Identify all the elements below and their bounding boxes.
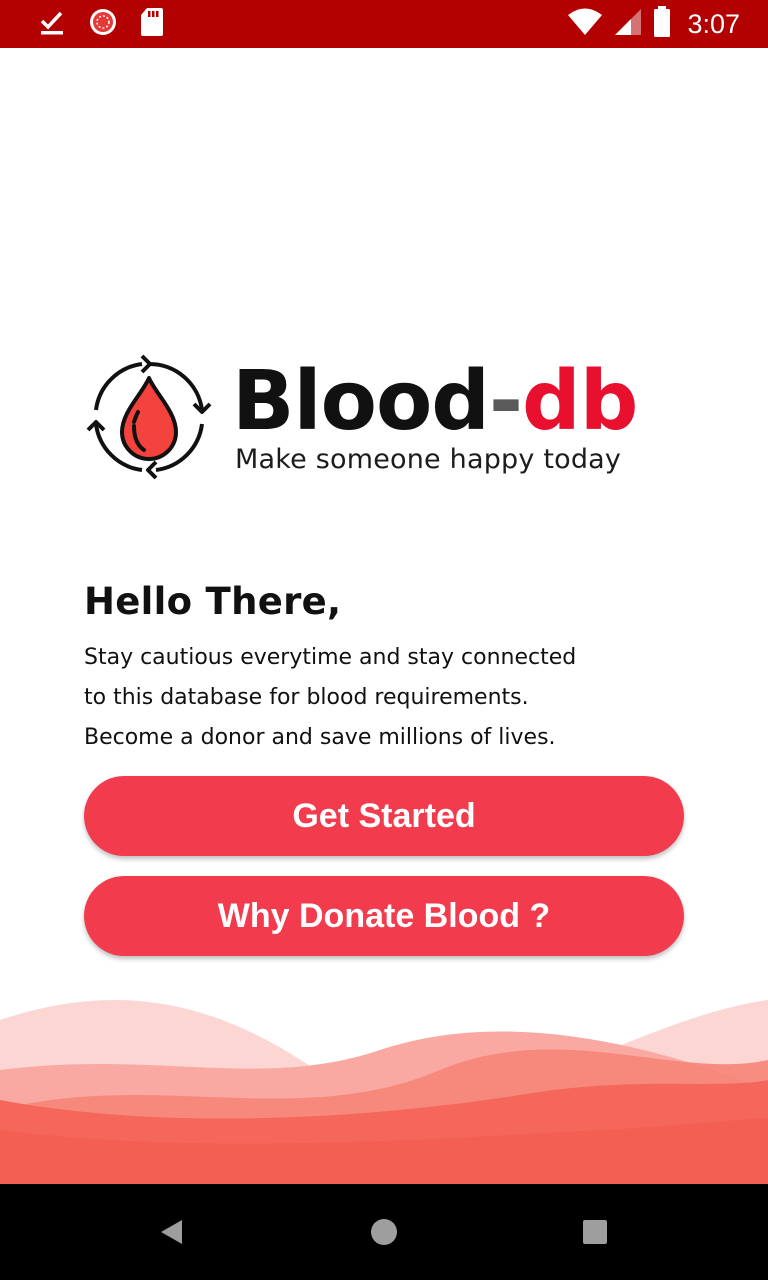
intro-line: Become a donor and save millions of live… bbox=[84, 725, 556, 750]
logo-word-dash: - bbox=[488, 354, 523, 449]
wifi-icon bbox=[567, 7, 603, 41]
intro-line: to this database for blood requirements. bbox=[84, 685, 529, 710]
greeting-heading: Hello There, bbox=[84, 580, 342, 623]
blood-drop-recycle-icon bbox=[86, 354, 212, 480]
system-nav-bar bbox=[0, 1184, 768, 1280]
status-time: 3:07 bbox=[687, 8, 740, 39]
decorative-waves bbox=[0, 1000, 768, 1184]
recents-icon[interactable] bbox=[569, 1206, 621, 1258]
logo-wordmark: Blood-db bbox=[232, 354, 638, 449]
status-notifications bbox=[38, 8, 164, 40]
back-icon[interactable] bbox=[146, 1206, 198, 1258]
why-donate-blood-button[interactable]: Why Donate Blood ? bbox=[84, 876, 684, 956]
download-done-icon bbox=[38, 8, 66, 40]
status-system: 3:07 bbox=[567, 6, 740, 42]
cell-signal-icon bbox=[613, 7, 643, 41]
intro-line: Stay cautious everytime and stay connect… bbox=[84, 645, 577, 670]
app-badge-icon bbox=[88, 7, 118, 41]
logo-tagline: Make someone happy today bbox=[235, 444, 622, 475]
battery-icon bbox=[653, 6, 671, 42]
logo-word-db: db bbox=[522, 354, 638, 449]
app-logo: Blood-db Make someone happy today bbox=[82, 350, 692, 490]
home-icon[interactable] bbox=[358, 1206, 410, 1258]
splash-screen: 3:07 Blood-db Make someone happy today H… bbox=[0, 0, 768, 1280]
intro-text: Stay cautious everytime and stay connect… bbox=[84, 638, 684, 758]
get-started-button[interactable]: Get Started bbox=[84, 776, 684, 856]
logo-word-blood: Blood bbox=[232, 354, 490, 449]
status-bar: 3:07 bbox=[0, 0, 768, 48]
sd-card-icon bbox=[140, 7, 164, 41]
